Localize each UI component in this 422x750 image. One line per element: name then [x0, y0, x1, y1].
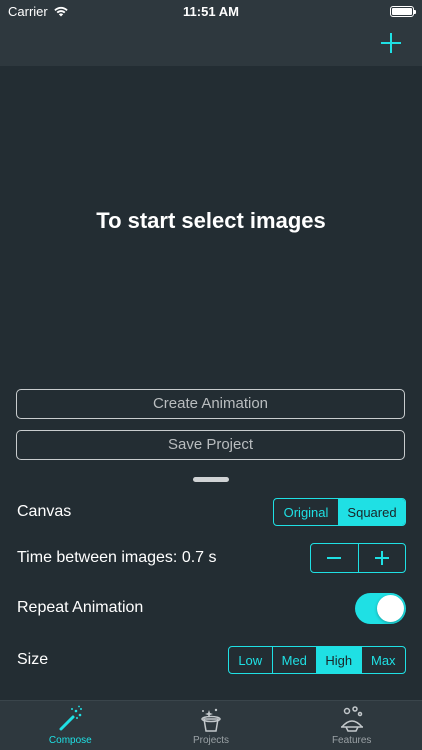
- size-label: Size: [17, 651, 49, 668]
- tab-compose-label: Compose: [48, 735, 92, 746]
- image-preview-area[interactable]: To start select images: [0, 66, 422, 376]
- repeat-label: Repeat Animation: [17, 599, 144, 616]
- repeat-toggle[interactable]: [355, 592, 406, 624]
- size-option-low[interactable]: Low: [229, 647, 273, 673]
- minus-icon: [327, 557, 342, 559]
- canvas-segmented-control: Original Squared: [273, 498, 406, 526]
- wizard-icon: [340, 706, 363, 732]
- save-project-button[interactable]: Save Project: [16, 430, 405, 460]
- tab-projects-label: Projects: [192, 735, 230, 746]
- tab-features-label: Features: [331, 735, 372, 746]
- carrier-label: Carrier: [8, 3, 48, 19]
- repeat-row: Repeat Animation: [17, 592, 406, 624]
- decrement-button[interactable]: [311, 544, 359, 572]
- time-label: Time between images: 0.7 s: [17, 549, 217, 566]
- status-bar: Carrier 11:51 AM: [0, 0, 422, 22]
- drag-handle[interactable]: [193, 477, 229, 482]
- create-animation-button[interactable]: Create Animation: [16, 389, 405, 419]
- time-stepper: [310, 543, 406, 573]
- size-option-high[interactable]: High: [317, 647, 362, 673]
- toggle-knob: [377, 594, 404, 622]
- nav-bar: [0, 22, 422, 66]
- magic-wand-icon: [59, 705, 83, 731]
- battery-icon: [390, 5, 416, 17]
- tab-projects[interactable]: Projects: [141, 701, 282, 750]
- status-left: Carrier: [8, 4, 69, 19]
- size-option-max[interactable]: Max: [362, 647, 405, 673]
- size-row: Size Low Med High Max: [17, 645, 406, 675]
- magic-hat-icon: [201, 708, 221, 732]
- empty-prompt: To start select images: [96, 208, 326, 233]
- canvas-row: Canvas Original Squared: [17, 497, 406, 527]
- canvas-option-original[interactable]: Original: [274, 499, 340, 525]
- increment-button[interactable]: [359, 544, 406, 572]
- size-segmented-control: Low Med High Max: [228, 646, 406, 674]
- time-row: Time between images: 0.7 s: [17, 543, 406, 573]
- tab-features[interactable]: Features: [281, 701, 422, 750]
- add-button[interactable]: [378, 30, 404, 56]
- wifi-icon: [54, 6, 68, 17]
- size-option-med[interactable]: Med: [273, 647, 318, 673]
- canvas-label: Canvas: [17, 503, 72, 520]
- plus-icon: [381, 33, 401, 53]
- canvas-option-squared[interactable]: Squared: [339, 499, 405, 525]
- plus-icon: [374, 551, 389, 565]
- tab-bar: Compose Projects Features: [0, 700, 422, 750]
- tab-compose[interactable]: Compose: [0, 701, 141, 750]
